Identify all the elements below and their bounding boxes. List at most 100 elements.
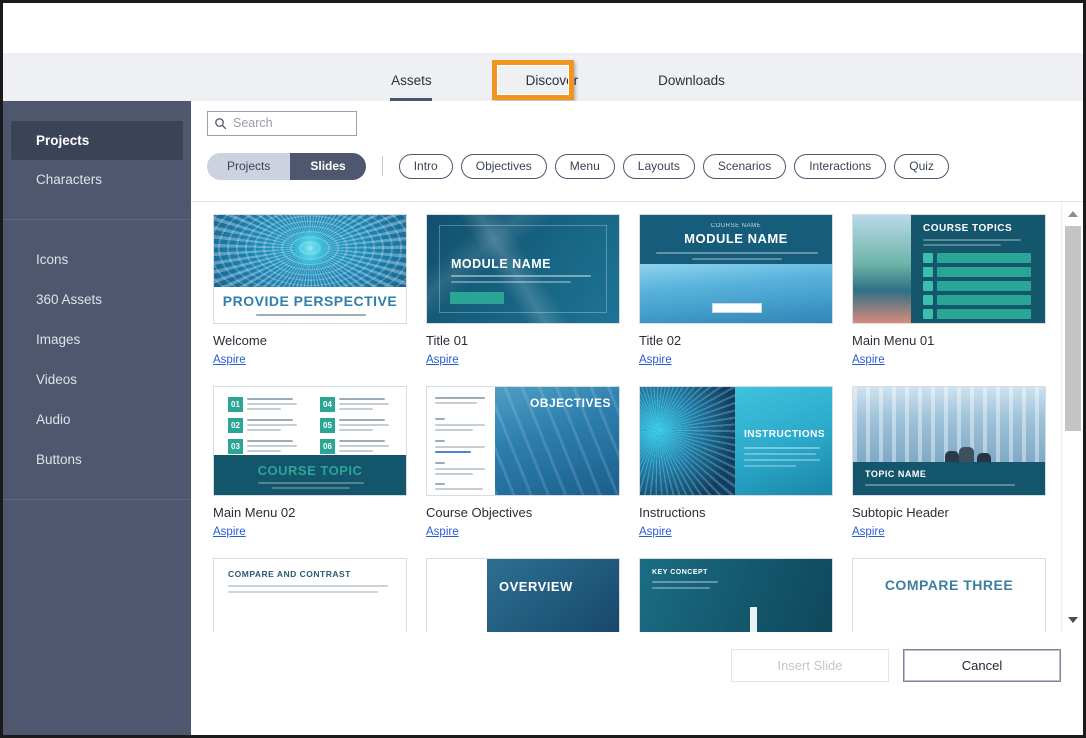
- slide-thumbnail[interactable]: MODULE NAME: [426, 214, 620, 324]
- slide-card-compare-and-contrast[interactable]: COMPARE AND CONTRAST: [213, 558, 407, 632]
- dialog-footer: Insert Slide Cancel: [191, 632, 1083, 735]
- slide-thumbnail[interactable]: 01 02 03 04 05 06 COURSE TOPIC: [213, 386, 407, 496]
- slide-card-course-objectives[interactable]: OBJECTIVES Course Objectives Aspire: [426, 386, 620, 540]
- slide-thumbnail[interactable]: INSTRUCTIONS: [639, 386, 833, 496]
- sidebar-item-videos[interactable]: Videos: [11, 360, 183, 399]
- slide-card-title-01[interactable]: MODULE NAME Title 01 Aspire: [426, 214, 620, 368]
- toggle-slides-label: Slides: [310, 159, 346, 173]
- filter-pill-objectives[interactable]: Objectives: [460, 153, 547, 179]
- slide-card-welcome[interactable]: PROVIDE PERSPECTIVE Welcome Aspire: [213, 214, 407, 368]
- slide-card-title-02[interactable]: COURSE NAME MODULE NAME Title 02 Aspire: [639, 214, 833, 368]
- slide-card-instructions[interactable]: INSTRUCTIONS Instructions Aspire: [639, 386, 833, 540]
- filter-pill-intro-label: Intro: [413, 159, 438, 173]
- slide-thumbnail[interactable]: COMPARE AND CONTRAST: [213, 558, 407, 632]
- tab-downloads[interactable]: Downloads: [642, 67, 741, 88]
- filter-pill-layouts-label: Layouts: [637, 159, 680, 173]
- tab-assets-label: Assets: [391, 72, 432, 88]
- slide-card-collection-link[interactable]: Aspire: [426, 354, 459, 366]
- thumb-headline: OVERVIEW: [499, 579, 573, 594]
- sidebar-item-icons[interactable]: Icons: [11, 240, 183, 279]
- scroll-up-button[interactable]: [1065, 206, 1081, 222]
- filter-pill-intro[interactable]: Intro: [398, 153, 453, 179]
- search-placeholder: Search: [233, 116, 273, 130]
- filter-pill-scenarios[interactable]: Scenarios: [702, 153, 787, 179]
- thumb-headline: PROVIDE PERSPECTIVE: [222, 293, 398, 309]
- scroll-down-button[interactable]: [1065, 612, 1081, 628]
- slide-thumbnail[interactable]: COURSE NAME MODULE NAME: [639, 214, 833, 324]
- thumb-headline: OBJECTIVES: [529, 396, 611, 410]
- sidebar-item-projects[interactable]: Projects: [11, 121, 183, 160]
- chevron-up-icon: [1068, 211, 1078, 217]
- cancel-button[interactable]: Cancel: [903, 649, 1061, 682]
- slide-thumbnail[interactable]: TOPIC NAME: [852, 386, 1046, 496]
- slide-thumbnail[interactable]: OBJECTIVES: [426, 386, 620, 496]
- sidebar-item-360-assets[interactable]: 360 Assets: [11, 280, 183, 319]
- tab-downloads-label: Downloads: [658, 72, 725, 88]
- sidebar-item-images-label: Images: [36, 332, 81, 347]
- thumb-headline: COMPARE THREE: [884, 577, 1014, 593]
- tab-bar: Assets Discover Downloads: [3, 53, 1083, 101]
- sidebar-item-characters[interactable]: Characters: [11, 160, 183, 199]
- toggle-slides[interactable]: Slides: [290, 152, 366, 180]
- sidebar-item-icons-label: Icons: [36, 252, 69, 267]
- filter-pill-menu[interactable]: Menu: [554, 153, 615, 179]
- slide-card-key-concept[interactable]: KEY CONCEPT: [639, 558, 833, 632]
- thumb-eyebrow: COURSE NAME: [710, 223, 762, 229]
- slide-card-main-menu-02[interactable]: 01 02 03 04 05 06 COURSE TOPIC Main Menu…: [213, 386, 407, 540]
- filter-pill-objectives-label: Objectives: [475, 159, 532, 173]
- slide-card-title: Course Objectives: [426, 505, 533, 520]
- slide-thumbnail[interactable]: COMPARE THREE: [852, 558, 1046, 632]
- toggle-projects[interactable]: Projects: [207, 152, 291, 180]
- slide-grid-region: PROVIDE PERSPECTIVE Welcome Aspire MODUL…: [191, 201, 1083, 632]
- window-top-strip: [3, 3, 1083, 53]
- filter-pill-layouts[interactable]: Layouts: [622, 153, 695, 179]
- sidebar-item-360-assets-label: 360 Assets: [36, 292, 103, 307]
- slide-card-overview[interactable]: OVERVIEW: [426, 558, 620, 632]
- menu-number: 03: [228, 439, 243, 454]
- slide-card-collection-link[interactable]: Aspire: [426, 526, 459, 538]
- slide-card-collection-link[interactable]: Aspire: [639, 354, 672, 366]
- sidebar-item-buttons[interactable]: Buttons: [11, 440, 183, 479]
- thumb-headline: COURSE TOPIC: [257, 463, 363, 478]
- slide-thumbnail[interactable]: OVERVIEW: [426, 558, 620, 632]
- tab-assets[interactable]: Assets: [375, 67, 448, 88]
- main-panel: Search Projects Slides Intro Objectives …: [191, 101, 1083, 735]
- menu-number: 05: [320, 418, 335, 433]
- slide-card-collection-link[interactable]: Aspire: [213, 354, 246, 366]
- slide-card-title: Subtopic Header: [852, 505, 949, 520]
- slide-card-collection-link[interactable]: Aspire: [852, 526, 885, 538]
- slide-grid-scroll: PROVIDE PERSPECTIVE Welcome Aspire MODUL…: [191, 202, 1061, 632]
- scrollbar-thumb[interactable]: [1065, 226, 1081, 431]
- insert-slide-button[interactable]: Insert Slide: [731, 649, 889, 682]
- slide-card-subtopic-header[interactable]: TOPIC NAME Subtopic Header Aspire: [852, 386, 1046, 540]
- slide-card-main-menu-01[interactable]: COURSE TOPICS Main Menu 01 Aspire: [852, 214, 1046, 368]
- sidebar-item-audio-label: Audio: [36, 412, 71, 427]
- slide-thumbnail[interactable]: COURSE TOPICS: [852, 214, 1046, 324]
- slide-thumbnail[interactable]: KEY CONCEPT: [639, 558, 833, 632]
- filter-divider: [381, 156, 383, 176]
- tab-discover[interactable]: Discover: [510, 67, 595, 88]
- slide-card-title: Instructions: [639, 505, 706, 520]
- menu-number: 06: [320, 439, 335, 454]
- slide-card-collection-link[interactable]: Aspire: [213, 526, 246, 538]
- thumb-headline: KEY CONCEPT: [652, 569, 708, 576]
- search-input[interactable]: Search: [207, 110, 357, 136]
- slide-card-collection-link[interactable]: Aspire: [639, 526, 672, 538]
- slide-thumbnail[interactable]: PROVIDE PERSPECTIVE: [213, 214, 407, 324]
- slide-card-compare-three[interactable]: COMPARE THREE: [852, 558, 1046, 632]
- filter-pill-scenarios-label: Scenarios: [717, 159, 772, 173]
- sidebar-item-videos-label: Videos: [36, 372, 78, 387]
- sidebar-divider-1: [3, 219, 191, 220]
- filter-pill-quiz-label: Quiz: [909, 159, 934, 173]
- sidebar-item-audio[interactable]: Audio: [11, 400, 183, 439]
- slide-card-title: Main Menu 01: [852, 333, 935, 348]
- slide-card-title: Title 01: [426, 333, 469, 348]
- thumb-headline: COMPARE AND CONTRAST: [228, 569, 351, 579]
- menu-number: 01: [228, 397, 243, 412]
- grid-scrollbar[interactable]: [1061, 202, 1083, 632]
- sidebar-item-buttons-label: Buttons: [36, 452, 82, 467]
- sidebar-item-images[interactable]: Images: [11, 320, 183, 359]
- slide-card-collection-link[interactable]: Aspire: [852, 354, 885, 366]
- filter-pill-quiz[interactable]: Quiz: [894, 153, 949, 179]
- filter-pill-interactions[interactable]: Interactions: [794, 153, 887, 179]
